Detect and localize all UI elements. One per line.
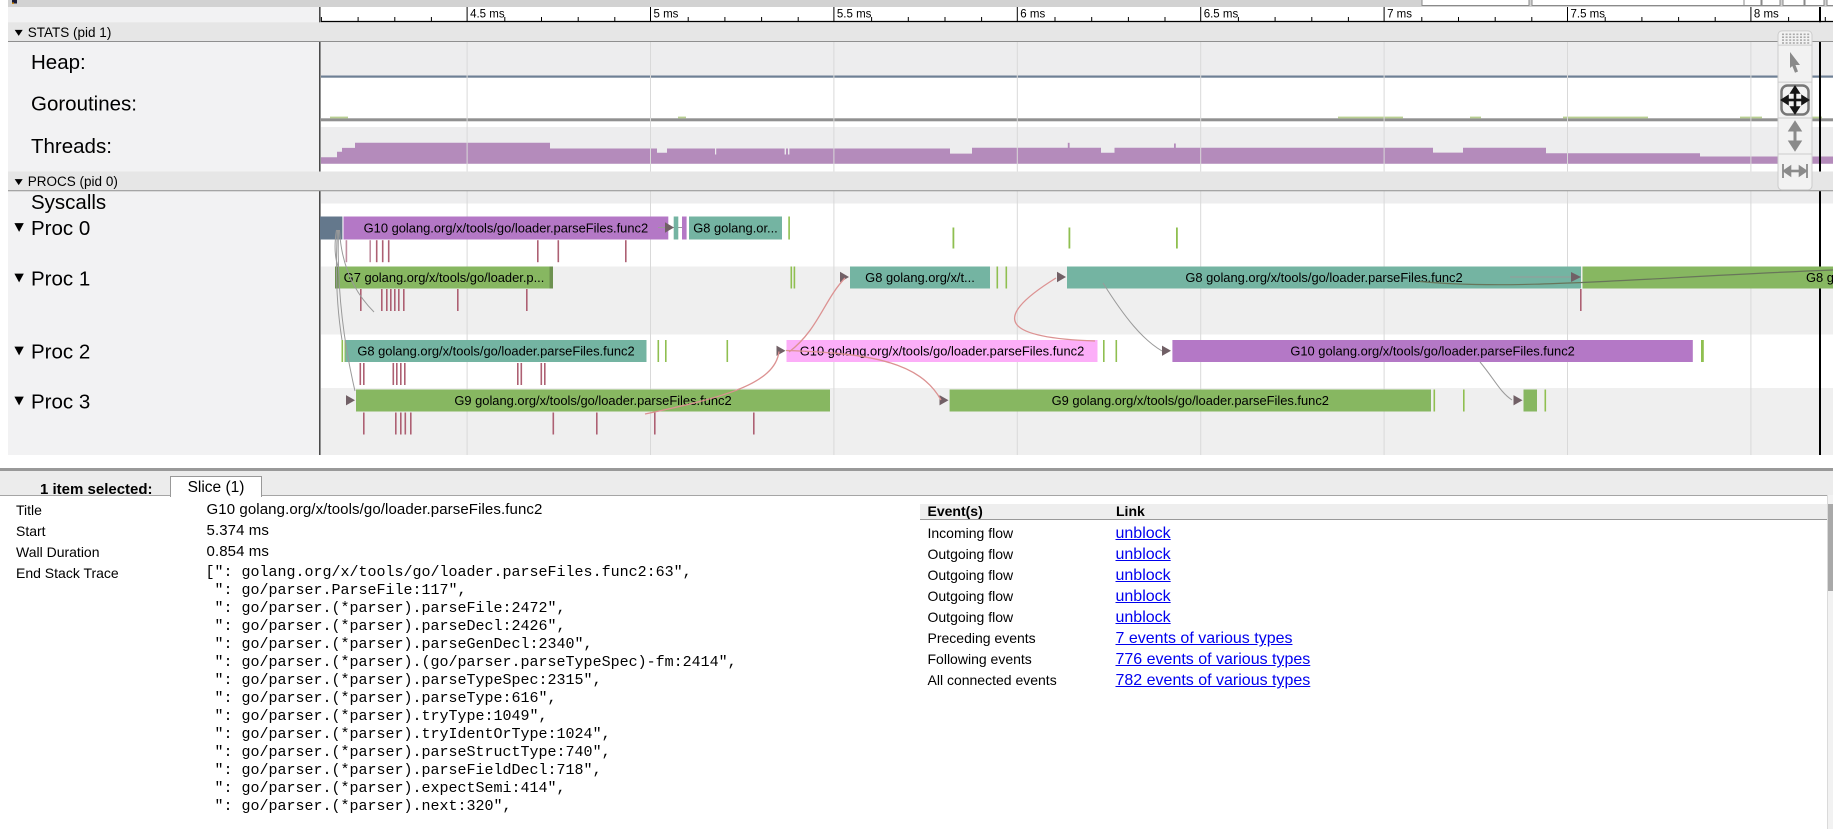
svg-text:Threads:: Threads: <box>31 135 112 158</box>
svg-text:5 ms: 5 ms <box>654 9 679 21</box>
svg-text:Proc 3: Proc 3 <box>31 390 90 413</box>
svg-text:8 ms: 8 ms <box>1754 9 1779 21</box>
svg-text:G10 golang.org/x/tools/go/load: G10 golang.org/x/tools/go/loader.parseFi… <box>800 343 1085 358</box>
svg-text:G8 golang.org/x/t...: G8 golang.org/x/t... <box>865 270 975 285</box>
svg-text:G9 golang.org/x/tools/go/loade: G9 golang.org/x/tools/go/loader.parseFil… <box>1052 393 1329 408</box>
svg-text:G8 golang.org/x/tools/go/loade: G8 golang.org/x/tools/go/loader.parseFil… <box>357 343 634 358</box>
svg-text:6.5 ms: 6.5 ms <box>1204 9 1239 21</box>
svg-text:5.5 ms: 5.5 ms <box>837 9 872 21</box>
svg-text:7.5 ms: 7.5 ms <box>1571 9 1606 21</box>
svg-text:Proc 2: Proc 2 <box>31 340 90 363</box>
svg-text:G9 golang.org/x/tools/go/loade: G9 golang.org/x/tools/go/loader.parseFil… <box>454 393 731 408</box>
svg-text:STATS (pid 1): STATS (pid 1) <box>28 25 112 40</box>
svg-text:Proc 1: Proc 1 <box>31 267 90 290</box>
svg-text:Goroutines:: Goroutines: <box>31 93 137 116</box>
svg-text:G7 golang.org/x/tools/go/loade: G7 golang.org/x/tools/go/loader.p... <box>344 270 545 285</box>
svg-text:Proc 0: Proc 0 <box>31 217 90 240</box>
svg-text:G8 golang.or...: G8 golang.or... <box>693 220 778 235</box>
svg-text:G8 golang.org/x/tools/go...: G8 golang.org/x/tools/go... <box>1806 270 1833 285</box>
svg-text:G10 golang.org/x/tools/go/load: G10 golang.org/x/tools/go/loader.parseFi… <box>364 220 649 235</box>
svg-text:Syscalls: Syscalls <box>31 191 106 214</box>
svg-text:G8 golang.org/x/tools/go/loade: G8 golang.org/x/tools/go/loader.parseFil… <box>1185 270 1462 285</box>
svg-text:4.5 ms: 4.5 ms <box>470 9 505 21</box>
svg-text:PROCS (pid 0): PROCS (pid 0) <box>28 174 118 189</box>
svg-text:7 ms: 7 ms <box>1387 9 1412 21</box>
svg-text:6 ms: 6 ms <box>1020 9 1045 21</box>
svg-text:G10 golang.org/x/tools/go/load: G10 golang.org/x/tools/go/loader.parseFi… <box>1290 343 1575 358</box>
svg-text:Heap:: Heap: <box>31 51 86 74</box>
